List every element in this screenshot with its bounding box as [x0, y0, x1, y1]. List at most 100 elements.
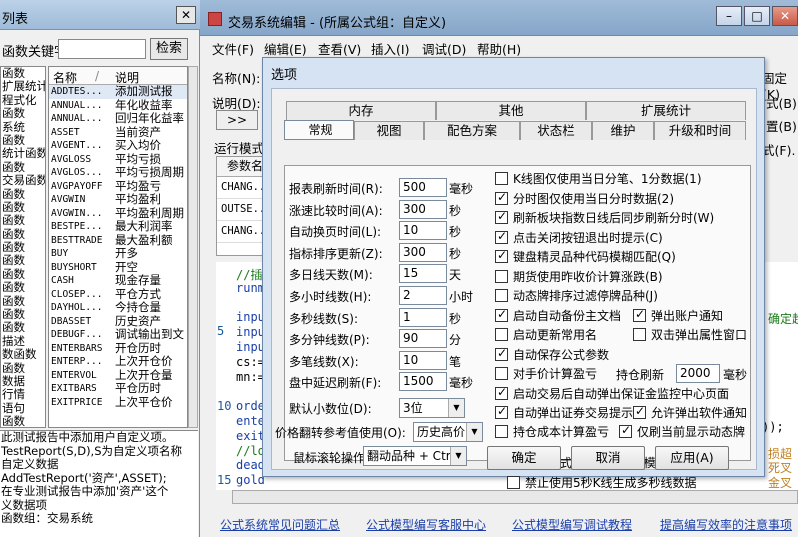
tab-memory[interactable]: 内存	[286, 101, 436, 120]
function-row[interactable]: CLOSEP... 平仓方式	[49, 288, 187, 302]
menu-debug[interactable]: 调试(D)	[422, 39, 466, 58]
option-checkbox[interactable]	[495, 367, 508, 380]
function-row[interactable]: BUYSHORT 开空	[49, 261, 187, 275]
function-list[interactable]: 名称 / 说明 ADDTES... 添加测试报 ANNUAL... 年化收益率 ANNU…	[48, 66, 188, 428]
category-item[interactable]: 函数	[1, 268, 45, 281]
category-item[interactable]: 函数	[1, 228, 45, 241]
expand-button[interactable]: >>	[216, 110, 258, 130]
field-input[interactable]: 300	[399, 242, 447, 262]
function-row[interactable]: EXITBARS 平仓历时	[49, 382, 187, 396]
option-checkbox[interactable]	[619, 423, 632, 438]
chevron-down-icon[interactable]: ▼	[466, 423, 482, 441]
category-item[interactable]: 函数	[1, 281, 45, 294]
option-checkbox[interactable]	[495, 190, 508, 205]
option-checkbox[interactable]	[495, 289, 508, 302]
menu-help[interactable]: 帮助(H)	[477, 39, 521, 58]
function-row[interactable]: ENTERP... 上次开仓价	[49, 355, 187, 369]
right-label-2[interactable]: 置(B)	[766, 116, 797, 135]
option-checkbox[interactable]	[495, 385, 508, 400]
function-row[interactable]: EXITPRICE 上次平仓价	[49, 396, 187, 410]
category-item[interactable]: 数函数	[1, 348, 45, 361]
function-row[interactable]: AVGPAYOFF 平均盈亏	[49, 180, 187, 194]
option-checkbox[interactable]	[495, 328, 508, 341]
cancel-button[interactable]: 取消	[571, 446, 645, 470]
link-tips[interactable]: 提高编写效率的注意事项	[660, 516, 792, 533]
option-checkbox[interactable]	[633, 307, 646, 322]
option-checkbox[interactable]	[495, 209, 508, 224]
code-line[interactable]: //lo	[236, 444, 265, 458]
function-row[interactable]: ADDTES... 添加测试报	[49, 85, 187, 99]
search-input[interactable]	[58, 39, 146, 59]
link-support[interactable]: 公式模型编写客服中心	[366, 516, 486, 533]
price-flip-select[interactable]: 历史高价 ▼	[413, 422, 483, 442]
function-row[interactable]: ENTERBARS 开仓历时	[49, 342, 187, 356]
function-row[interactable]: AVGENT... 买入均价	[49, 139, 187, 153]
category-item[interactable]: 系统	[1, 121, 45, 134]
category-item[interactable]: 函数	[1, 362, 45, 375]
right-label-1[interactable]: 式(B)	[766, 93, 797, 112]
category-item[interactable]: 函数	[1, 308, 45, 321]
option-checkbox[interactable]	[495, 404, 508, 419]
category-item[interactable]: 函数	[1, 161, 45, 174]
category-item[interactable]: 程式化	[1, 94, 45, 107]
category-item[interactable]: 函数	[1, 321, 45, 334]
field-input[interactable]: 1500	[399, 372, 447, 392]
function-row[interactable]: AVGWIN 平均盈利	[49, 193, 187, 207]
function-row[interactable]: ASSET 当前资产	[49, 126, 187, 140]
function-row[interactable]: DBASSET 历史资产	[49, 315, 187, 329]
category-item[interactable]: 扩展统计	[1, 80, 45, 93]
category-item[interactable]: 函数	[1, 201, 45, 214]
function-row[interactable]: ANNUAL... 年化收益率	[49, 99, 187, 113]
confirm-button[interactable]: 确定	[487, 446, 561, 470]
code-line[interactable]: ente	[236, 414, 265, 428]
option-checkbox[interactable]	[495, 425, 508, 438]
decimal-select[interactable]: 3位 ▼	[399, 398, 465, 418]
function-row[interactable]: BUY 开多	[49, 247, 187, 261]
field-input[interactable]: 300	[399, 199, 447, 219]
option-checkbox[interactable]	[495, 229, 508, 244]
link-faq[interactable]: 公式系统常见问题汇总	[220, 516, 340, 533]
minimize-icon[interactable]: –	[716, 6, 742, 26]
code-line[interactable]: exit	[236, 429, 265, 443]
option-checkbox[interactable]	[495, 248, 508, 263]
field-input[interactable]: 1	[399, 307, 447, 327]
category-item[interactable]: 统计函数	[1, 147, 45, 160]
option-checkbox[interactable]	[507, 476, 520, 489]
list-scrollbar[interactable]	[188, 66, 198, 428]
apply-button[interactable]: 应用(A)	[655, 446, 729, 470]
option-checkbox[interactable]	[495, 270, 508, 283]
code-line[interactable]: runm	[236, 281, 265, 295]
scroll-op-select[interactable]: 翻动品种 + Ctr ▼	[363, 446, 467, 466]
function-row[interactable]: AVGLOSS 平均亏损	[49, 153, 187, 167]
right-label-3[interactable]: 式(F).	[762, 140, 795, 159]
code-line[interactable]: dead	[236, 458, 265, 472]
category-tree[interactable]: 函数 扩展统计 程式化 函数 系统 函数 统计函数 函数 交易函数 函数 函数 函数 函数 函数 函数 函数函…	[0, 66, 46, 428]
tab-extended-stats[interactable]: 扩展统计	[586, 101, 746, 120]
close-icon[interactable]: ✕	[176, 6, 196, 24]
field-input[interactable]: 10	[399, 350, 447, 370]
chevron-down-icon[interactable]: ▼	[450, 447, 466, 465]
function-row[interactable]: BESTPE... 最大利润率	[49, 220, 187, 234]
function-row[interactable]: AVGLOS... 平均亏损周期	[49, 166, 187, 180]
category-item[interactable]: 描述	[1, 335, 45, 348]
menu-view[interactable]: 查看(V)	[318, 39, 361, 58]
tab-general[interactable]: 常规	[284, 120, 354, 140]
category-item[interactable]: 函数	[1, 134, 45, 147]
category-item[interactable]: 数据	[1, 375, 45, 388]
option-checkbox[interactable]	[633, 328, 646, 341]
menu-edit[interactable]: 编辑(E)	[264, 39, 307, 58]
code-line[interactable]: inpu	[236, 325, 265, 339]
category-item[interactable]: 语句	[1, 402, 45, 415]
field-input[interactable]: 15	[399, 264, 447, 284]
code-line[interactable]: orde	[236, 399, 265, 413]
field-input[interactable]: 90	[399, 329, 447, 349]
field-input[interactable]: 10	[399, 221, 447, 241]
category-item[interactable]: 函数	[1, 107, 45, 120]
field-input[interactable]: 2	[399, 286, 447, 305]
category-item[interactable]: 函数	[1, 188, 45, 201]
option-checkbox[interactable]	[495, 307, 508, 322]
link-tutorial[interactable]: 公式模型编写调试教程	[512, 516, 632, 533]
function-row[interactable]: AVGWIN... 平均盈利周期	[49, 207, 187, 221]
category-item[interactable]: 交易函数	[1, 174, 45, 187]
category-item[interactable]: 函数	[1, 415, 45, 427]
